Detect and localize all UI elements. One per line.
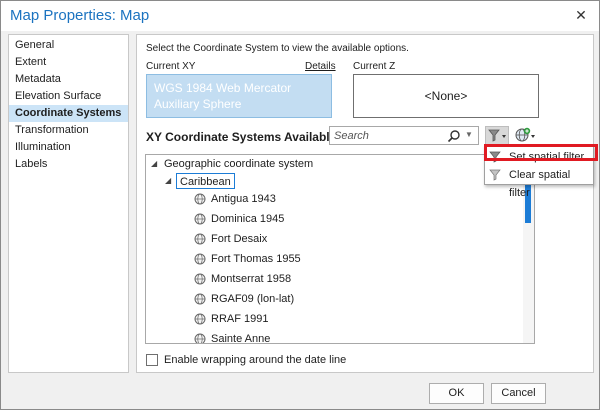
tree-item-label: Sainte Anne <box>211 333 271 344</box>
menu-item-label: Clear spatial filter <box>509 169 571 199</box>
globe-icon <box>194 313 206 325</box>
dialog-title: Map Properties: Map <box>10 7 150 24</box>
filter-icon <box>488 129 506 142</box>
nav-item-metadata[interactable]: Metadata <box>9 71 128 88</box>
menu-item-label: Set spatial filter... <box>509 151 593 163</box>
globe-icon <box>194 253 206 265</box>
tree-item-label: Dominica 1945 <box>211 213 285 225</box>
menu-item-set-spatial-filter[interactable]: Set spatial filter... <box>485 148 593 166</box>
title-bar: Map Properties: Map ✕ <box>1 1 599 31</box>
instruction-text: Select the Coordinate System to view the… <box>146 43 409 54</box>
nav-item-extent[interactable]: Extent <box>9 54 128 71</box>
globe-icon <box>194 293 206 305</box>
properties-nav: General Extent Metadata Elevation Surfac… <box>8 34 129 373</box>
tree-item[interactable]: Montserrat 1958 <box>194 271 394 287</box>
globe-icon <box>194 273 206 285</box>
filter-icon <box>489 151 501 163</box>
wrap-dateline-label: Enable wrapping around the date line <box>164 354 347 366</box>
current-z-box[interactable]: <None> <box>353 74 539 118</box>
menu-item-clear-spatial-filter[interactable]: Clear spatial filter <box>485 166 593 199</box>
current-xy-label: Current XY <box>146 61 196 72</box>
tree-item-label: Fort Thomas 1955 <box>211 253 301 265</box>
nav-item-transformation[interactable]: Transformation <box>9 122 128 139</box>
nav-item-labels[interactable]: Labels <box>9 156 128 173</box>
tree-item[interactable]: Antigua 1943 <box>194 191 394 207</box>
tree-item-label: Antigua 1943 <box>211 193 276 205</box>
available-heading: XY Coordinate Systems Available <box>146 130 337 144</box>
search-placeholder: Search <box>334 130 369 142</box>
current-xy-box[interactable]: WGS 1984 Web Mercator Auxiliary Sphere <box>146 74 332 118</box>
search-icon[interactable] <box>447 129 461 143</box>
collapse-arrow-icon[interactable]: ◢ <box>151 159 157 168</box>
current-z-label: Current Z <box>353 61 396 72</box>
search-input[interactable]: Search ▼ <box>329 126 479 145</box>
globe-icon <box>194 193 206 205</box>
tree-item[interactable]: Fort Desaix <box>194 231 394 247</box>
tree-item[interactable]: RGAF09 (lon-lat) <box>194 291 394 307</box>
globe-icon <box>194 333 206 343</box>
collapse-arrow-icon[interactable]: ◢ <box>165 176 171 185</box>
cancel-button[interactable]: Cancel <box>491 383 546 404</box>
tree-item-label: RRAF 1991 <box>211 313 269 325</box>
close-icon[interactable]: ✕ <box>573 7 589 23</box>
map-properties-dialog: Map Properties: Map ✕ General Extent Met… <box>0 0 600 410</box>
current-xy-value: WGS 1984 Web Mercator Auxiliary Sphere <box>154 81 292 111</box>
wrap-dateline-checkbox[interactable] <box>146 354 158 366</box>
nav-item-elevation-surface[interactable]: Elevation Surface <box>9 88 128 105</box>
tree-item[interactable]: Sainte Anne <box>194 331 394 344</box>
tree-item[interactable]: RRAF 1991 <box>194 311 394 327</box>
search-dropdown-icon[interactable]: ▼ <box>465 130 473 139</box>
ok-button[interactable]: OK <box>429 383 484 404</box>
tree-item-label: RGAF09 (lon-lat) <box>211 293 295 305</box>
tree-item[interactable]: Fort Thomas 1955 <box>194 251 394 267</box>
clear-filter-icon <box>489 169 501 181</box>
nav-item-illumination[interactable]: Illumination <box>9 139 128 156</box>
tree-item-label: Fort Desaix <box>211 233 268 245</box>
details-link[interactable]: Details <box>305 61 336 72</box>
nav-item-coordinate-systems[interactable]: Coordinate Systems <box>9 105 128 122</box>
tree-item[interactable]: Dominica 1945 <box>194 211 394 227</box>
coordinate-systems-panel: Select the Coordinate System to view the… <box>136 34 594 373</box>
spatial-filter-menu: Set spatial filter... Clear spatial filt… <box>484 145 594 199</box>
globe-icon <box>194 233 206 245</box>
tree-group-caribbean[interactable]: Caribbean <box>176 173 235 189</box>
tree-item-label: Montserrat 1958 <box>211 273 292 285</box>
nav-item-general[interactable]: General <box>9 37 128 54</box>
add-coordinate-system-button[interactable] <box>513 126 537 145</box>
tree-root-geographic[interactable]: Geographic coordinate system <box>164 156 313 172</box>
filter-button[interactable] <box>485 126 509 145</box>
globe-icon <box>194 213 206 225</box>
current-z-value: <None> <box>424 89 468 103</box>
coordinate-system-tree[interactable]: ◢ Geographic coordinate system ◢ Caribbe… <box>145 154 535 344</box>
globe-add-icon <box>515 127 535 142</box>
